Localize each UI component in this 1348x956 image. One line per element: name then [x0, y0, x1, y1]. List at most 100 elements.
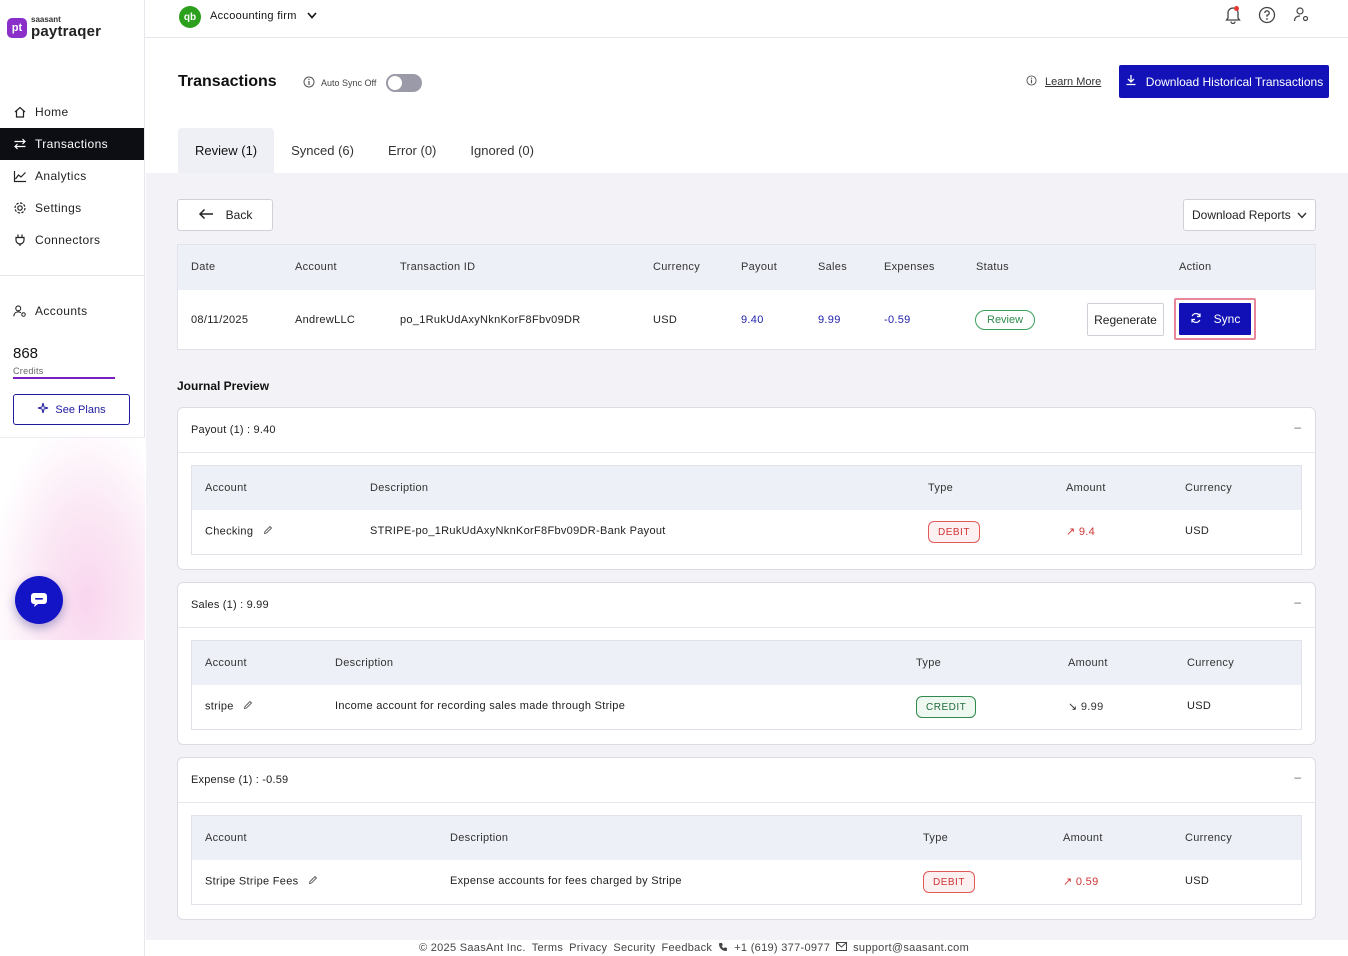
column-header: Account: [205, 657, 247, 669]
sidebar-item-label: Transactions: [35, 137, 109, 151]
tx-currency: USD: [653, 314, 678, 326]
see-plans-label: See Plans: [55, 403, 106, 416]
info-icon: [303, 76, 315, 90]
journal-account: stripe: [205, 700, 234, 713]
section-header[interactable]: Sales (1) : 9.99 –: [178, 583, 1315, 628]
sidebar-item-settings[interactable]: Settings: [0, 192, 144, 224]
see-plans-button[interactable]: See Plans: [13, 394, 130, 425]
quickbooks-logo: qb: [179, 6, 201, 28]
section-title: Expense (1) : -0.59: [191, 774, 289, 786]
footer-phone[interactable]: +1 (619) 377-0977: [734, 942, 830, 954]
column-header: Expenses: [884, 261, 935, 273]
transaction-tabs: Review (1) Synced (6) Error (0) Ignored …: [178, 128, 551, 173]
footer-link-terms[interactable]: Terms: [532, 942, 563, 954]
home-icon: [13, 105, 27, 119]
sidebar-item-analytics[interactable]: Analytics: [0, 160, 144, 192]
tab-error[interactable]: Error (0): [371, 128, 453, 173]
table-header: Date Account Transaction ID Currency Pay…: [178, 245, 1315, 290]
column-header: Description: [335, 657, 394, 669]
column-header: Currency: [1187, 657, 1235, 669]
collapse-icon[interactable]: –: [1294, 770, 1301, 784]
brand-logo[interactable]: pt saasant paytraqer: [7, 16, 101, 39]
download-reports-dropdown[interactable]: Download Reports: [1183, 199, 1316, 231]
footer-copyright: © 2025 SaasAnt Inc.: [418, 942, 526, 954]
table-row[interactable]: 08/11/2025 AndrewLLC po_1RukUdAxyNknKorF…: [178, 290, 1315, 350]
logo-mark: pt: [7, 17, 27, 38]
column-header: Date: [191, 261, 216, 273]
column-header: Type: [923, 832, 949, 844]
download-historical-label: Download Historical Transactions: [1145, 74, 1324, 89]
sync-button-highlight: Sync: [1174, 298, 1256, 340]
topbar: qb Accoounting firm: [145, 0, 1348, 38]
sidebar-item-transactions[interactable]: Transactions: [0, 128, 144, 160]
journal-table: Account Description Type Amount Currency…: [191, 640, 1302, 730]
type-badge: DEBIT: [923, 871, 975, 893]
company-selector[interactable]: Accoounting firm: [210, 10, 317, 22]
user-menu-button[interactable]: [1291, 6, 1311, 26]
table-header: Account Description Type Amount Currency: [192, 641, 1301, 685]
sidebar-item-connectors[interactable]: Connectors: [0, 224, 144, 256]
column-header: Type: [916, 657, 942, 669]
notification-button[interactable]: [1223, 6, 1243, 26]
download-historical-button[interactable]: Download Historical Transactions: [1119, 65, 1329, 98]
column-header: Status: [976, 261, 1009, 273]
back-button[interactable]: Back: [177, 199, 273, 231]
edit-pencil-icon[interactable]: [243, 700, 253, 713]
footer-link-feedback[interactable]: Feedback: [661, 942, 712, 954]
sidebar-item-accounts[interactable]: Accounts: [0, 295, 144, 327]
tab-review[interactable]: Review (1): [178, 128, 275, 173]
auto-sync-label: Auto Sync Off: [321, 78, 377, 88]
edit-pencil-icon[interactable]: [263, 525, 273, 538]
collapse-icon[interactable]: –: [1294, 595, 1301, 609]
column-header: Account: [205, 832, 247, 844]
plug-icon: [13, 233, 27, 247]
credits-progress-bar: [13, 377, 115, 379]
sidebar: pt saasant paytraqer Home Transactions A…: [0, 0, 145, 956]
transfer-icon: [13, 137, 27, 151]
column-header: Amount: [1068, 657, 1108, 669]
sidebar-item-label: Home: [35, 105, 69, 119]
table-row: stripe Income account for recording sale…: [192, 685, 1301, 730]
column-header: Amount: [1066, 482, 1106, 494]
arrow-up-right-icon: ↗: [1063, 876, 1073, 888]
journal-amount: 9.4: [1078, 526, 1096, 538]
arrow-up-right-icon: ↗: [1066, 526, 1076, 538]
credits-count: 868: [13, 345, 39, 362]
section-title: Payout (1) : 9.40: [191, 424, 276, 436]
help-button[interactable]: [1257, 6, 1277, 26]
column-header: Account: [295, 261, 337, 273]
sidebar-nav: Home Transactions Analytics Settings Con…: [0, 96, 144, 256]
tx-account: AndrewLLC: [295, 314, 356, 326]
chat-icon: [29, 590, 49, 611]
sync-button[interactable]: Sync: [1179, 303, 1251, 335]
tab-ignored[interactable]: Ignored (0): [453, 128, 551, 173]
section-header[interactable]: Expense (1) : -0.59 –: [178, 758, 1315, 803]
regenerate-button[interactable]: Regenerate: [1087, 303, 1164, 336]
edit-pencil-icon[interactable]: [308, 875, 318, 888]
tx-sales: 9.99: [818, 314, 841, 326]
column-header: Currency: [653, 261, 701, 273]
journal-amount: 9.99: [1080, 701, 1104, 713]
footer-link-privacy[interactable]: Privacy: [569, 942, 607, 954]
notification-dot: [1234, 6, 1239, 11]
tab-synced[interactable]: Synced (6): [274, 128, 371, 173]
collapse-icon[interactable]: –: [1294, 420, 1301, 434]
auto-sync-toggle[interactable]: [386, 74, 423, 92]
column-header: Currency: [1185, 482, 1233, 494]
journal-section-payout: Payout (1) : 9.40 – Account Description …: [177, 407, 1316, 570]
status-badge: Review: [975, 310, 1036, 330]
footer-link-security[interactable]: Security: [613, 942, 655, 954]
sidebar-item-home[interactable]: Home: [0, 96, 144, 128]
chat-button[interactable]: [15, 576, 63, 624]
sidebar-item-label: Analytics: [35, 169, 87, 183]
column-header: Description: [450, 832, 509, 844]
learn-more-link[interactable]: Learn More: [1045, 76, 1101, 88]
chevron-down-icon: [307, 10, 317, 22]
section-header[interactable]: Payout (1) : 9.40 –: [178, 408, 1315, 453]
table-header: Account Description Type Amount Currency: [192, 466, 1301, 510]
journal-currency: USD: [1185, 875, 1210, 887]
sidebar-item-label: Connectors: [35, 233, 101, 247]
type-badge: CREDIT: [916, 696, 977, 718]
chart-line-icon: [13, 169, 27, 183]
footer-email[interactable]: support@saasant.com: [853, 942, 969, 954]
